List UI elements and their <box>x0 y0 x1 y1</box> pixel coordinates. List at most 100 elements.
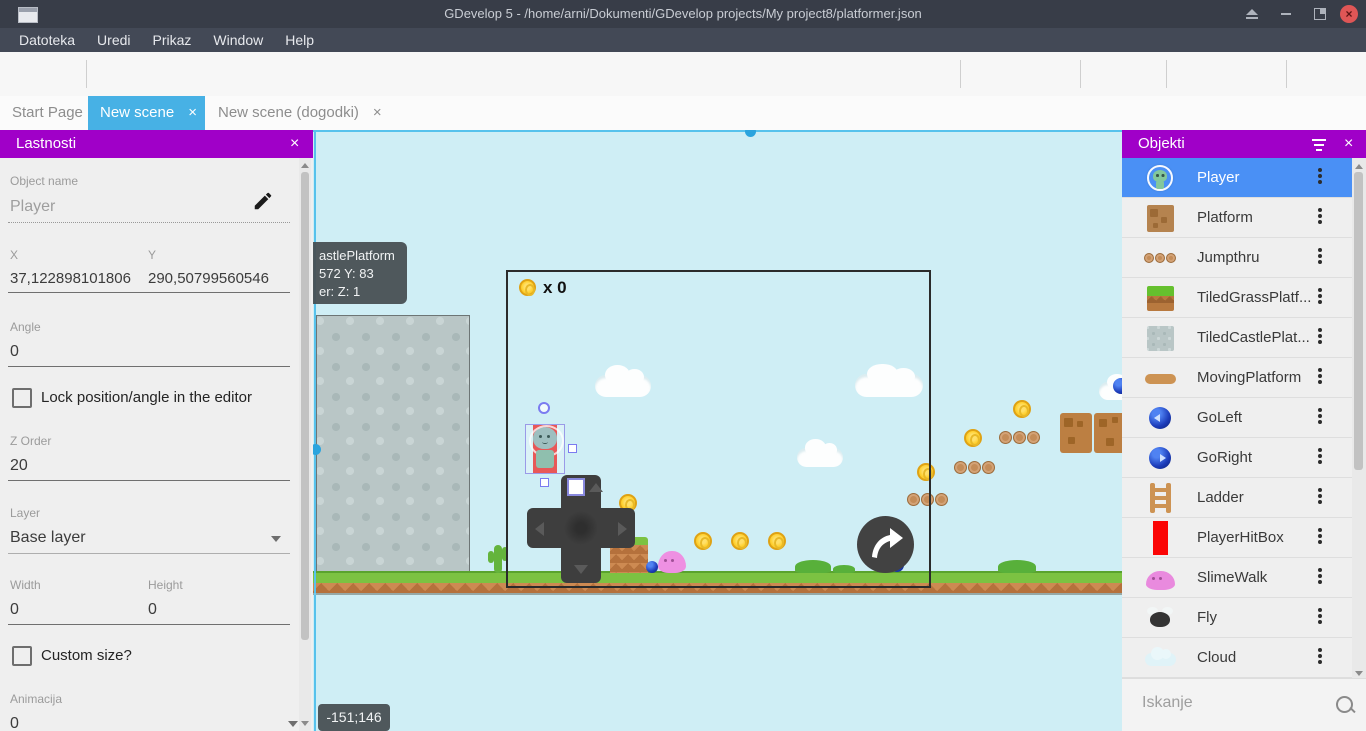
jump-button-sprite[interactable] <box>857 516 914 573</box>
object-row-ladder[interactable]: Ladder <box>1122 478 1352 518</box>
scene-resize-handle-top[interactable] <box>745 130 756 137</box>
minimize-icon[interactable] <box>1281 13 1291 15</box>
scene-window-border-top[interactable] <box>313 130 1122 132</box>
kebab-menu-icon[interactable] <box>1312 526 1328 550</box>
kebab-menu-icon[interactable] <box>1312 446 1328 470</box>
layer-select[interactable]: Base layer <box>10 529 86 547</box>
object-row-platform[interactable]: Platform <box>1122 198 1352 238</box>
search-input[interactable] <box>1140 693 1314 713</box>
objects-search-bar <box>1122 678 1366 731</box>
toolbar-divider <box>1286 60 1287 88</box>
menu-uredi[interactable]: Uredi <box>86 28 141 52</box>
object-row-goright[interactable]: GoRight <box>1122 438 1352 478</box>
scrollbar-thumb[interactable] <box>1354 172 1363 470</box>
objects-panel-header: Objekti × <box>1122 130 1366 158</box>
object-row-goleft[interactable]: GoLeft <box>1122 398 1352 438</box>
animation-select[interactable]: 0 <box>10 715 19 731</box>
chevron-down-icon[interactable] <box>288 721 298 727</box>
castle-platform-sprite[interactable] <box>316 315 470 573</box>
menu-datoteka[interactable]: Datoteka <box>8 28 86 52</box>
dpad-selection-square[interactable] <box>567 478 585 496</box>
brick-platform-sprite[interactable] <box>1060 413 1092 453</box>
cursor-coords-tooltip: -151;146 <box>318 704 390 731</box>
kebab-menu-icon[interactable] <box>1312 366 1328 390</box>
kebab-menu-icon[interactable] <box>1312 646 1328 670</box>
height-label: Height <box>148 578 183 592</box>
kebab-menu-icon[interactable] <box>1312 246 1328 270</box>
object-name-field[interactable]: Player <box>10 198 55 216</box>
object-row-fly[interactable]: Fly <box>1122 598 1352 638</box>
brick-platform-sprite[interactable] <box>1094 413 1122 453</box>
tab-new-scene[interactable]: New scene× <box>88 96 205 130</box>
tab-close-icon[interactable]: × <box>373 104 382 121</box>
width-field[interactable]: 0 <box>10 601 19 619</box>
kebab-menu-icon[interactable] <box>1312 286 1328 310</box>
object-row-tiledgrass[interactable]: TiledGrassPlatf... <box>1122 278 1352 318</box>
close-panel-icon[interactable]: × <box>290 130 299 158</box>
custom-size-checkbox[interactable] <box>12 646 32 666</box>
tab-bar: Start Page New scene× New scene (dogodki… <box>0 96 1366 130</box>
lock-position-checkbox[interactable] <box>12 388 32 408</box>
coin-sprite[interactable] <box>1013 400 1031 418</box>
kebab-menu-icon[interactable] <box>1312 406 1328 430</box>
tiled-grass-icon <box>1142 278 1178 318</box>
scroll-up-icon[interactable] <box>301 163 309 168</box>
filter-icon[interactable] <box>1310 136 1328 151</box>
z-order-label: Z Order <box>10 434 51 448</box>
menu-prikaz[interactable]: Prikaz <box>142 28 203 52</box>
menu-help[interactable]: Help <box>274 28 325 52</box>
edit-name-pencil-icon[interactable] <box>252 190 274 217</box>
jumpthru-sprite[interactable] <box>954 461 995 474</box>
chevron-down-icon[interactable] <box>271 536 281 542</box>
coin-sprite[interactable] <box>964 429 982 447</box>
angle-field[interactable]: 0 <box>10 343 19 361</box>
tab-close-icon[interactable]: × <box>188 104 197 121</box>
shade-window-icon[interactable] <box>1246 9 1258 15</box>
object-row-movingplatform[interactable]: MovingPlatform <box>1122 358 1352 398</box>
scroll-up-icon[interactable] <box>1355 164 1363 169</box>
kebab-menu-icon[interactable] <box>1312 566 1328 590</box>
tiled-castle-icon <box>1142 318 1178 358</box>
dpad-left-arrow-icon <box>535 522 544 536</box>
go-sphere-sprite[interactable] <box>1113 378 1122 394</box>
close-panel-icon[interactable]: × <box>1344 130 1353 158</box>
scrollbar-thumb[interactable] <box>301 172 309 640</box>
tab-start-page[interactable]: Start Page <box>8 96 87 130</box>
object-row-slimewalk[interactable]: SlimeWalk <box>1122 558 1352 598</box>
search-icon[interactable] <box>1336 696 1353 713</box>
kebab-menu-icon[interactable] <box>1312 206 1328 230</box>
height-field[interactable]: 0 <box>148 601 157 619</box>
menu-window[interactable]: Window <box>202 28 274 52</box>
object-row-jumpthru[interactable]: Jumpthru <box>1122 238 1352 278</box>
kebab-menu-icon[interactable] <box>1312 326 1328 350</box>
object-label: Jumpthru <box>1197 238 1260 278</box>
selection-handle[interactable] <box>568 444 577 453</box>
scene-window-border-left[interactable] <box>314 130 316 731</box>
y-field[interactable]: 290,50799560546 <box>148 270 269 287</box>
kebab-menu-icon[interactable] <box>1312 166 1328 190</box>
scroll-down-icon[interactable] <box>301 721 309 726</box>
x-field[interactable]: 37,122898101806 <box>10 270 131 287</box>
scene-window-border-bottom[interactable] <box>313 593 1122 595</box>
tab-new-scene-events[interactable]: New scene (dogodki)× <box>214 96 386 130</box>
toolbar-divider <box>960 60 961 88</box>
maximize-icon[interactable] <box>1314 8 1326 20</box>
object-row-player[interactable]: Player <box>1122 158 1352 198</box>
field-underline <box>8 292 290 293</box>
kebab-menu-icon[interactable] <box>1312 486 1328 510</box>
dpad-control-sprite[interactable] <box>527 475 635 583</box>
cactus-sprite[interactable] <box>494 545 502 573</box>
window-title: GDevelop 5 - /home/arni/Dokumenti/GDevel… <box>0 0 1366 28</box>
close-window-icon[interactable]: × <box>1340 5 1358 23</box>
object-row-tiledcastle[interactable]: TiledCastlePlat... <box>1122 318 1352 358</box>
bush-sprite[interactable] <box>998 560 1036 573</box>
scene-canvas[interactable]: x 0 <box>313 130 1122 731</box>
selection-rotate-handle[interactable] <box>538 402 550 414</box>
z-order-field[interactable]: 20 <box>10 457 28 475</box>
scroll-down-icon[interactable] <box>1355 671 1363 676</box>
object-label: TiledCastlePlat... <box>1197 318 1310 358</box>
jumpthru-sprite[interactable] <box>999 431 1040 444</box>
object-row-cloud[interactable]: Cloud <box>1122 638 1352 678</box>
object-row-playerhitbox[interactable]: PlayerHitBox <box>1122 518 1352 558</box>
kebab-menu-icon[interactable] <box>1312 606 1328 630</box>
